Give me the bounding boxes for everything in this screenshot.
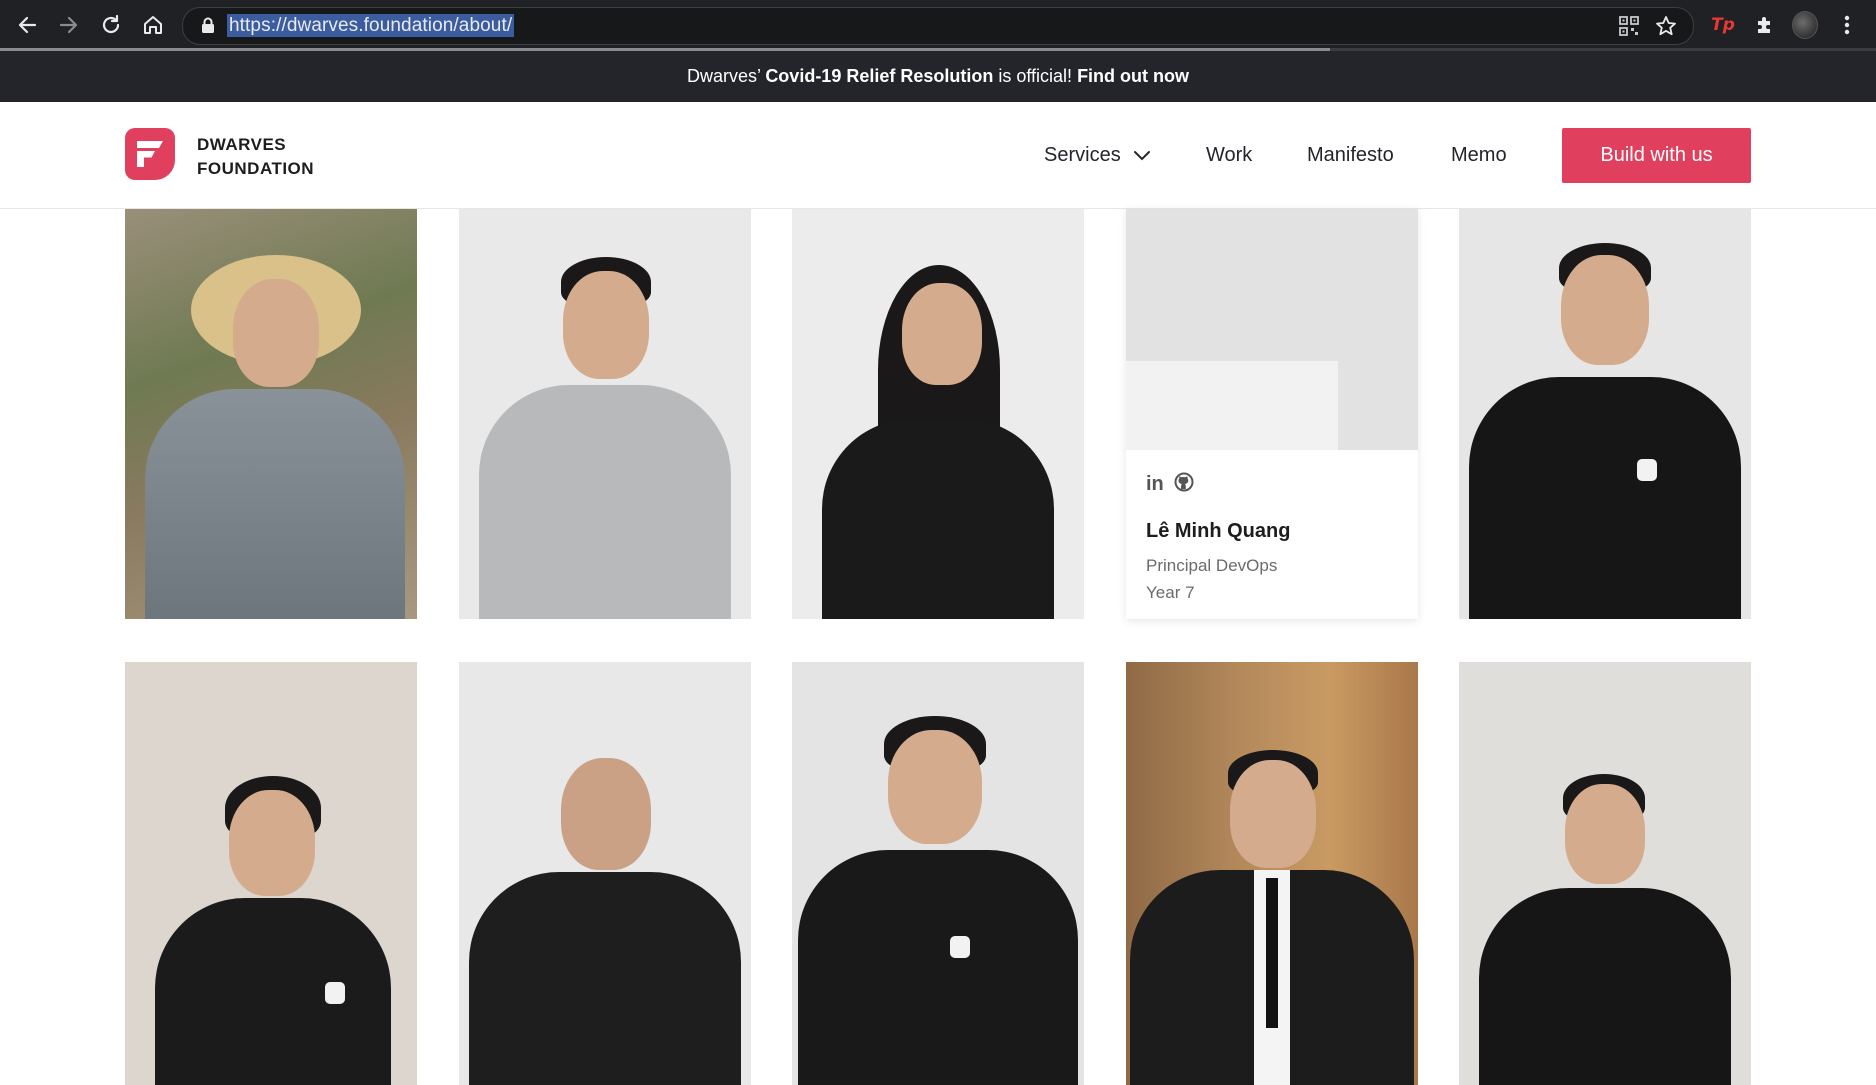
team-member-details: in Lê Minh Quang Principal DevOps Year 7 <box>1126 450 1418 619</box>
team-member-card[interactable] <box>1126 662 1418 1085</box>
team-member-card[interactable] <box>1459 209 1751 619</box>
profile-avatar[interactable] <box>1792 11 1818 39</box>
team-member-photo <box>1459 662 1751 1085</box>
team-member-card[interactable] <box>125 209 417 619</box>
address-bar[interactable]: https://dwarves.foundation/about/ <box>182 7 1694 45</box>
member-name: Lê Minh Quang <box>1146 520 1291 542</box>
build-with-us-button[interactable]: Build with us <box>1562 128 1751 183</box>
nav-work[interactable]: Work <box>1206 144 1252 167</box>
lock-icon <box>201 17 215 34</box>
logo-line-1: DWARVES <box>197 135 287 154</box>
dwarves-logo-icon[interactable] <box>125 128 175 180</box>
team-member-photo <box>459 209 751 619</box>
social-links: in <box>1146 472 1194 497</box>
logo-wordmark[interactable]: DWARVES FOUNDATION <box>197 133 314 181</box>
nav-services-label: Services <box>1044 144 1121 166</box>
logo-line-2: FOUNDATION <box>197 159 315 178</box>
team-member-card[interactable] <box>125 662 417 1085</box>
team-member-photo <box>792 209 1084 619</box>
announcement-prefix: Dwarves’ <box>686 66 766 86</box>
team-member-photo <box>1126 209 1418 450</box>
announcement-bar: Dwarves’ Covid-19 Relief Resolution is o… <box>0 51 1876 102</box>
star-icon[interactable] <box>1655 15 1677 37</box>
github-icon[interactable] <box>1174 472 1194 497</box>
nav-manifesto-label: Manifesto <box>1307 144 1394 166</box>
team-member-photo <box>1459 209 1751 619</box>
team-member-photo <box>125 662 417 1085</box>
forward-arrow-icon[interactable] <box>56 12 82 38</box>
browser-window: https://dwarves.foundation/about/ Tp Dwa… <box>0 0 1876 1085</box>
team-member-photo <box>1126 662 1418 1085</box>
site-header: DWARVES FOUNDATION Services Work Manifes… <box>0 102 1876 209</box>
browser-toolbar: https://dwarves.foundation/about/ Tp <box>0 0 1876 51</box>
back-arrow-icon[interactable] <box>14 12 40 38</box>
announcement-middle: is official! <box>993 66 1078 86</box>
team-member-card[interactable] <box>792 662 1084 1085</box>
nav-services[interactable]: Services <box>1044 144 1151 167</box>
chevron-down-icon <box>1133 144 1151 167</box>
member-year: Year 7 <box>1146 583 1195 602</box>
extension-icon[interactable]: Tp <box>1710 12 1736 38</box>
team-member-card[interactable] <box>1459 662 1751 1085</box>
url-text[interactable]: https://dwarves.foundation/about/ <box>227 14 515 37</box>
nav-memo[interactable]: Memo <box>1451 144 1507 167</box>
qr-code-icon[interactable] <box>1619 16 1639 36</box>
team-member-photo <box>792 662 1084 1085</box>
team-member-card[interactable] <box>459 662 751 1085</box>
nav-work-label: Work <box>1206 144 1253 166</box>
puzzle-icon[interactable] <box>1752 12 1778 38</box>
nav-memo-label: Memo <box>1451 144 1507 166</box>
team-member-card-highlighted[interactable]: in Lê Minh Quang Principal DevOps Year 7 <box>1126 209 1418 619</box>
home-icon[interactable] <box>140 12 166 38</box>
member-role: Principal DevOps <box>1146 556 1278 575</box>
nav-manifesto[interactable]: Manifesto <box>1307 144 1394 167</box>
team-member-photo <box>459 662 751 1085</box>
announcement-link[interactable]: Find out now <box>1077 66 1189 87</box>
team-member-photo <box>125 209 417 619</box>
kebab-menu-icon[interactable] <box>1834 12 1860 38</box>
reload-icon[interactable] <box>98 12 124 38</box>
announcement-highlight: Covid-19 Relief Resolution <box>765 66 994 86</box>
team-member-card[interactable] <box>459 209 751 619</box>
linkedin-icon[interactable]: in <box>1146 473 1164 496</box>
team-member-card[interactable] <box>792 209 1084 619</box>
